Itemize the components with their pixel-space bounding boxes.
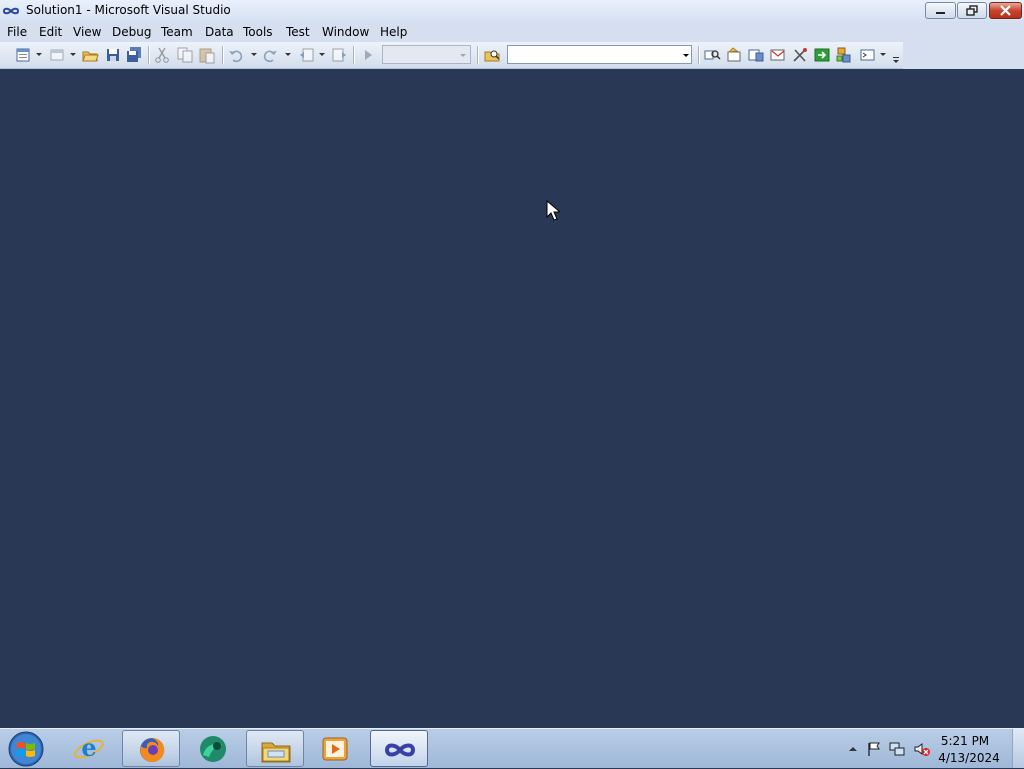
firefox-icon	[140, 737, 165, 762]
menu-file[interactable]: File	[7, 25, 27, 39]
menu-team[interactable]: Team	[161, 25, 193, 39]
chevron-down-icon	[460, 54, 466, 57]
clock-time[interactable]: 5:21 PM	[934, 734, 996, 748]
command-window-icon[interactable]	[859, 46, 877, 64]
class-view-icon[interactable]	[835, 46, 853, 64]
visual-studio-infinity-icon	[3, 7, 19, 15]
toolbar-tray	[903, 42, 1024, 69]
toolbar-separator	[148, 46, 149, 64]
internet-explorer-icon: e	[74, 734, 104, 762]
taskbar-file-explorer[interactable]	[246, 730, 304, 767]
toolbox-icon[interactable]	[769, 46, 787, 64]
taskbar-firefox[interactable]	[122, 730, 180, 767]
add-item-icon[interactable]	[48, 46, 66, 64]
browser-icon	[200, 736, 226, 762]
taskbar-media-player[interactable]	[306, 730, 364, 767]
menu-tools[interactable]: Tools	[243, 25, 273, 39]
chevron-down-icon	[683, 54, 689, 57]
find-input[interactable]	[507, 45, 692, 64]
visual-studio-icon	[384, 743, 416, 757]
command-window-dropdown-icon[interactable]	[880, 53, 886, 56]
menu-help[interactable]: Help	[380, 25, 407, 39]
undo-icon[interactable]	[227, 46, 245, 64]
new-project-dropdown-icon[interactable]	[36, 53, 42, 56]
minimize-icon	[936, 12, 945, 14]
toolbar-separator	[477, 46, 478, 64]
team-explorer-icon[interactable]	[791, 46, 809, 64]
taskbar-visual-studio[interactable]	[370, 730, 428, 767]
minimize-button[interactable]	[925, 2, 956, 19]
svg-text:e: e	[81, 734, 96, 762]
extension-manager-icon[interactable]	[813, 46, 831, 64]
mouse-pointer-icon	[546, 200, 560, 221]
taskbar-internet-explorer[interactable]: e	[60, 730, 118, 767]
object-browser-icon[interactable]	[747, 46, 765, 64]
menu-window[interactable]: Window	[322, 25, 369, 39]
window-title: Solution1 - Microsoft Visual Studio	[26, 3, 231, 17]
clock-date[interactable]: 4/13/2024	[934, 751, 1004, 765]
navigate-forward-icon[interactable]	[330, 46, 348, 64]
navigate-backward-icon[interactable]	[298, 46, 316, 64]
restore-icon	[966, 5, 978, 16]
redo-icon[interactable]	[261, 46, 279, 64]
menu-test[interactable]: Test	[286, 25, 310, 39]
standard-toolbar	[0, 42, 903, 69]
add-item-dropdown-icon[interactable]	[70, 53, 76, 56]
volume-muted-icon[interactable]	[914, 741, 930, 757]
menu-debug[interactable]: Debug	[112, 25, 151, 39]
restore-button[interactable]	[957, 2, 987, 19]
menu-bar: File Edit View Debug Team Data Tools Tes…	[0, 22, 1024, 42]
window-title-bar[interactable]: Solution1 - Microsoft Visual Studio	[0, 0, 1024, 23]
menu-view[interactable]: View	[73, 25, 101, 39]
file-explorer-icon	[261, 742, 291, 763]
windows-start-orb-icon[interactable]	[6, 730, 46, 768]
properties-icon[interactable]	[725, 46, 743, 64]
new-project-icon[interactable]	[14, 46, 32, 64]
undo-dropdown-icon[interactable]	[251, 53, 257, 56]
menu-edit[interactable]: Edit	[39, 25, 62, 39]
document-workspace[interactable]	[0, 69, 1024, 728]
start-debugging-icon[interactable]	[359, 46, 377, 64]
toolbar-separator	[222, 46, 223, 64]
open-file-icon[interactable]	[81, 46, 99, 64]
close-button[interactable]	[989, 2, 1022, 19]
save-all-icon[interactable]	[125, 46, 143, 64]
network-icon[interactable]	[889, 741, 905, 757]
copy-icon[interactable]	[176, 46, 194, 64]
redo-dropdown-icon[interactable]	[285, 53, 291, 56]
save-icon[interactable]	[104, 46, 122, 64]
menu-data[interactable]: Data	[205, 25, 234, 39]
find-in-files-icon[interactable]	[483, 46, 501, 64]
action-center-flag-icon[interactable]	[866, 741, 882, 757]
show-hidden-icons-arrow-icon[interactable]	[845, 741, 861, 757]
media-player-icon	[322, 737, 348, 761]
show-desktop-button[interactable]	[1012, 729, 1024, 768]
taskbar-browser[interactable]	[184, 730, 242, 767]
paste-icon[interactable]	[198, 46, 216, 64]
toolbar-separator	[698, 46, 699, 64]
solution-explorer-icon[interactable]	[703, 46, 721, 64]
cut-icon[interactable]	[153, 46, 171, 64]
solution-configurations-combo[interactable]	[382, 45, 471, 64]
toolbar-separator	[353, 46, 354, 64]
taskbar: e 5:21 PM 4/13/2024	[0, 728, 1024, 768]
close-icon	[1000, 5, 1011, 16]
navigate-backward-dropdown-icon[interactable]	[319, 53, 325, 56]
toolbar-options-icon[interactable]	[892, 55, 900, 65]
